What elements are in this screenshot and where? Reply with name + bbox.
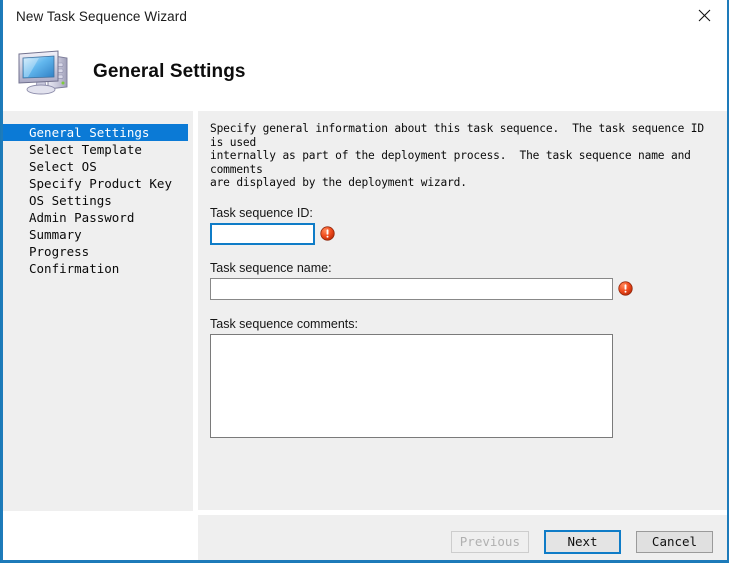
task-sequence-id-row — [210, 222, 727, 245]
task-sequence-comments-label: Task sequence comments: — [210, 316, 358, 331]
sidebar-item-select-os[interactable]: Select OS — [3, 158, 193, 175]
window-title: New Task Sequence Wizard — [16, 8, 187, 24]
sidebar-item-specify-product-key[interactable]: Specify Product Key — [3, 175, 193, 192]
task-sequence-name-row — [210, 277, 727, 300]
task-sequence-id-block: Task sequence ID: — [198, 206, 727, 245]
task-sequence-id-label: Task sequence ID: — [210, 205, 313, 220]
title-bar: New Task Sequence Wizard — [3, 0, 727, 32]
task-sequence-comments-block: Task sequence comments: — [198, 317, 727, 443]
task-sequence-id-input[interactable] — [210, 222, 315, 245]
sidebar-item-select-template[interactable]: Select Template — [3, 141, 193, 158]
wizard-steps-sidebar: General Settings Select Template Select … — [3, 111, 193, 511]
next-button[interactable]: Next — [544, 529, 621, 554]
task-sequence-name-input[interactable] — [210, 277, 613, 300]
sidebar-item-general-settings[interactable]: General Settings — [3, 124, 188, 141]
page-title: General Settings — [93, 60, 246, 82]
close-icon — [698, 9, 711, 22]
previous-button[interactable]: Previous — [450, 530, 529, 553]
error-exclamation-icon — [618, 281, 633, 296]
sidebar-item-confirmation[interactable]: Confirmation — [3, 260, 193, 277]
task-sequence-name-block: Task sequence name: — [198, 261, 727, 300]
content-panel: Specify general information about this t… — [198, 111, 727, 510]
error-exclamation-icon — [320, 226, 335, 241]
wizard-footer: Previous Next Cancel — [198, 515, 727, 562]
sidebar-item-progress[interactable]: Progress — [3, 243, 193, 260]
wizard-window: New Task Sequence Wizard General Setting… — [0, 0, 729, 563]
cancel-button[interactable]: Cancel — [636, 530, 713, 553]
close-button[interactable] — [682, 0, 727, 31]
description-text: Specify general information about this t… — [210, 122, 704, 189]
computer-monitor-icon — [18, 49, 68, 94]
sidebar-item-os-settings[interactable]: OS Settings — [3, 192, 193, 209]
task-sequence-comments-textarea[interactable] — [210, 333, 613, 438]
sidebar-item-admin-password[interactable]: Admin Password — [3, 209, 193, 226]
task-sequence-name-label: Task sequence name: — [210, 260, 332, 275]
wizard-header: General Settings — [3, 32, 727, 111]
wizard-body: General Settings Select Template Select … — [3, 111, 727, 562]
sidebar-item-summary[interactable]: Summary — [3, 226, 193, 243]
